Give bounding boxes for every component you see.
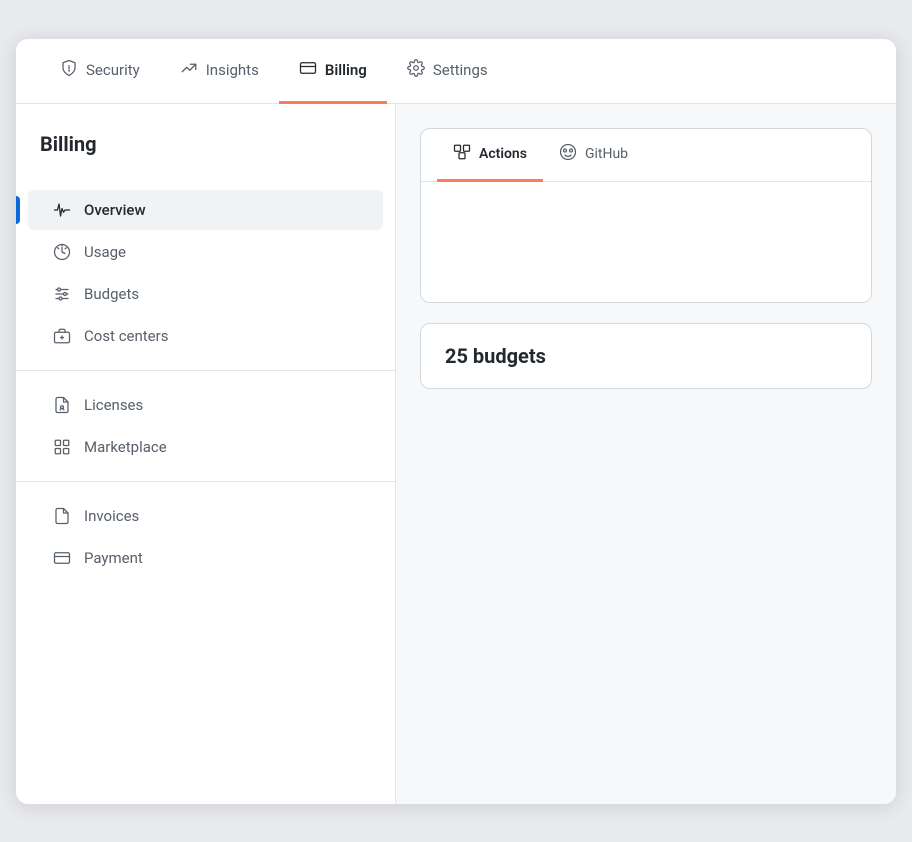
inner-tab-github[interactable]: GitHub — [543, 129, 644, 182]
sidebar-item-budgets[interactable]: Budgets — [28, 274, 383, 314]
inner-tab-content — [421, 182, 871, 302]
github-icon — [559, 143, 577, 165]
sidebar-item-payment[interactable]: Payment — [28, 538, 383, 578]
tab-insights[interactable]: Insights — [160, 39, 279, 104]
file-icon — [52, 506, 72, 526]
tab-security[interactable]: Security — [40, 39, 160, 104]
tab-insights-label: Insights — [206, 61, 259, 79]
sidebar-item-budgets-label: Budgets — [84, 285, 139, 303]
sidebar-item-licenses-label: Licenses — [84, 396, 143, 414]
grid-icon — [52, 437, 72, 457]
app-window: Security Insights Billing — [16, 39, 896, 804]
top-navigation: Security Insights Billing — [16, 39, 896, 104]
card-icon — [52, 548, 72, 568]
sidebar-item-invoices-label: Invoices — [84, 507, 139, 525]
sidebar-section-licenses: Licenses Marketplace — [16, 371, 395, 482]
sidebar-item-overview-label: Overview — [84, 201, 146, 219]
inner-tab-github-label: GitHub — [585, 146, 628, 162]
inner-tabs-card: Actions GitHub — [420, 128, 872, 303]
tab-settings[interactable]: Settings — [387, 39, 508, 104]
sidebar-item-marketplace[interactable]: Marketplace — [28, 427, 383, 467]
content-area: Actions GitHub — [396, 104, 896, 804]
tab-settings-label: Settings — [433, 61, 488, 79]
gear-icon — [407, 59, 425, 81]
inner-tab-actions-label: Actions — [479, 146, 527, 162]
main-layout: Billing Overview — [16, 104, 896, 804]
license-icon — [52, 395, 72, 415]
sidebar-item-marketplace-label: Marketplace — [84, 438, 167, 456]
gauge-icon — [52, 242, 72, 262]
sidebar-item-payment-label: Payment — [84, 549, 143, 567]
sidebar-section-invoices: Invoices Payment — [16, 482, 395, 592]
billing-icon — [299, 59, 317, 81]
pulse-icon — [52, 200, 72, 220]
sidebar-item-cost-centers-label: Cost centers — [84, 327, 168, 345]
sidebar: Billing Overview — [16, 104, 396, 804]
sliders-icon — [52, 284, 72, 304]
tab-billing[interactable]: Billing — [279, 39, 387, 104]
sidebar-item-overview[interactable]: Overview — [28, 190, 383, 230]
sidebar-item-licenses[interactable]: Licenses — [28, 385, 383, 425]
actions-icon — [453, 143, 471, 165]
sidebar-item-usage-label: Usage — [84, 243, 126, 261]
tab-billing-label: Billing — [325, 61, 367, 79]
shield-icon — [60, 59, 78, 81]
sidebar-item-cost-centers[interactable]: Cost centers — [28, 316, 383, 356]
sidebar-item-invoices[interactable]: Invoices — [28, 496, 383, 536]
sidebar-title: Billing — [16, 132, 395, 176]
inner-tabs-nav: Actions GitHub — [421, 129, 871, 182]
sidebar-item-usage[interactable]: Usage — [28, 232, 383, 272]
chart-icon — [180, 59, 198, 81]
sidebar-section-main: Overview Usage — [16, 176, 395, 371]
inner-tab-actions[interactable]: Actions — [437, 129, 543, 182]
budgets-card: 25 budgets — [420, 323, 872, 389]
briefcase-icon — [52, 326, 72, 346]
tab-security-label: Security — [86, 61, 140, 79]
budgets-title: 25 budgets — [445, 344, 847, 368]
